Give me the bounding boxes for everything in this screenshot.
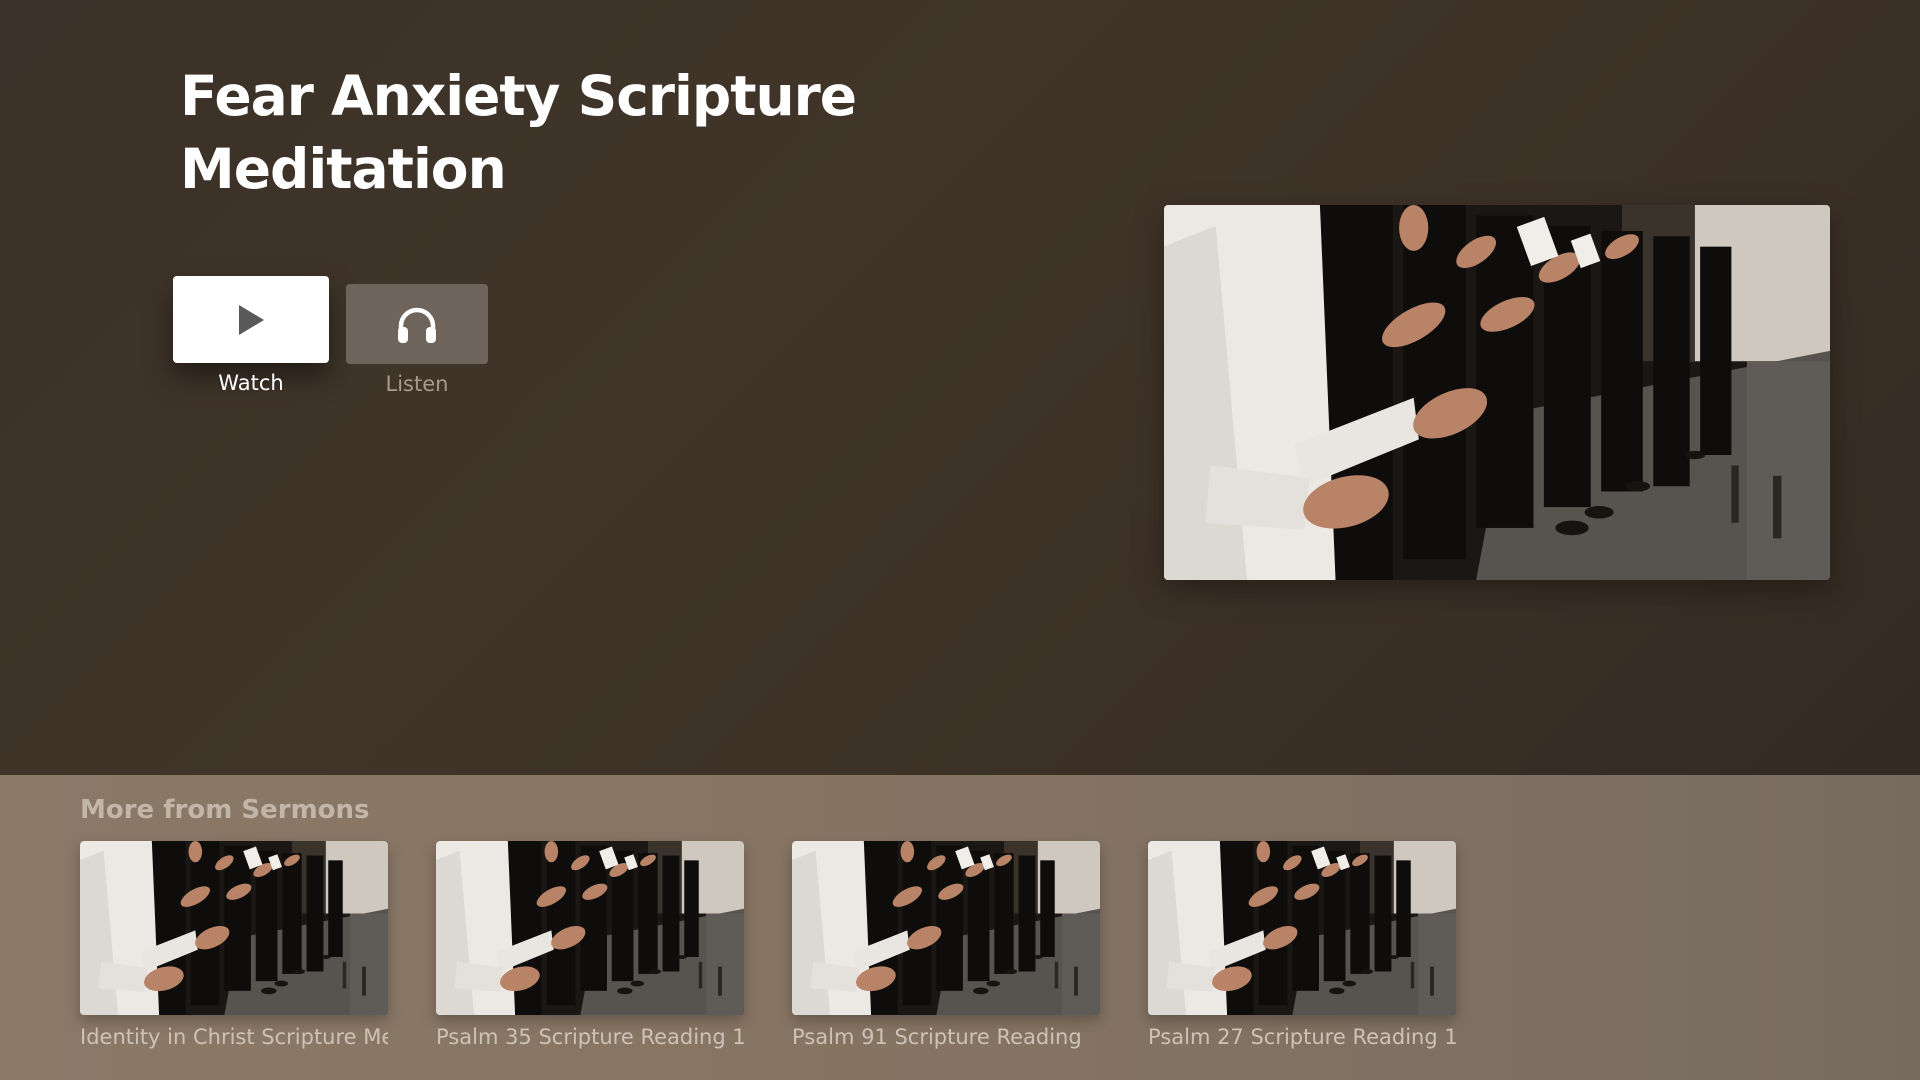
shelf-item-psalm-35[interactable]: Psalm 35 Scripture Reading 1 <box>436 841 744 1049</box>
shelf-item-label: Psalm 27 Scripture Reading 1 <box>1148 1025 1456 1049</box>
shelf-item-thumbnail[interactable] <box>80 841 388 1015</box>
listen-button-box[interactable] <box>346 284 488 364</box>
shelf-item-psalm-27[interactable]: Psalm 27 Scripture Reading 1 <box>1148 841 1456 1049</box>
hero-artwork <box>1164 205 1830 580</box>
shelf-item-label: Identity in Christ Scripture Meditation <box>80 1025 388 1049</box>
more-from-shelf: More from Sermons Identity in Christ Scr… <box>0 775 1920 1080</box>
page-title: Fear Anxiety Scripture Meditation <box>180 64 857 201</box>
listen-button-label: Listen <box>385 372 449 396</box>
watch-button[interactable]: Watch <box>173 276 329 395</box>
worship-hands-image <box>1164 205 1830 580</box>
worship-hands-image <box>792 841 1100 1015</box>
shelf-item-identity-in-christ[interactable]: Identity in Christ Scripture Meditation <box>80 841 388 1049</box>
shelf-item-label: Psalm 91 Scripture Reading <box>792 1025 1082 1049</box>
worship-hands-image <box>436 841 744 1015</box>
shelf-item-psalm-91[interactable]: Psalm 91 Scripture Reading <box>792 841 1100 1049</box>
shelf-item-label: Psalm 35 Scripture Reading 1 <box>436 1025 744 1049</box>
shelf-item-thumbnail[interactable] <box>1148 841 1456 1015</box>
shelf-title: More from Sermons <box>80 795 370 825</box>
listen-button[interactable]: Listen <box>346 284 488 396</box>
headphones-icon <box>398 307 436 343</box>
worship-hands-image <box>80 841 388 1015</box>
watch-button-box[interactable] <box>173 276 329 363</box>
worship-hands-image <box>1148 841 1456 1015</box>
play-icon <box>239 304 264 335</box>
shelf-item-thumbnail[interactable] <box>792 841 1100 1015</box>
shelf-item-thumbnail[interactable] <box>436 841 744 1015</box>
watch-button-label: Watch <box>218 371 284 395</box>
